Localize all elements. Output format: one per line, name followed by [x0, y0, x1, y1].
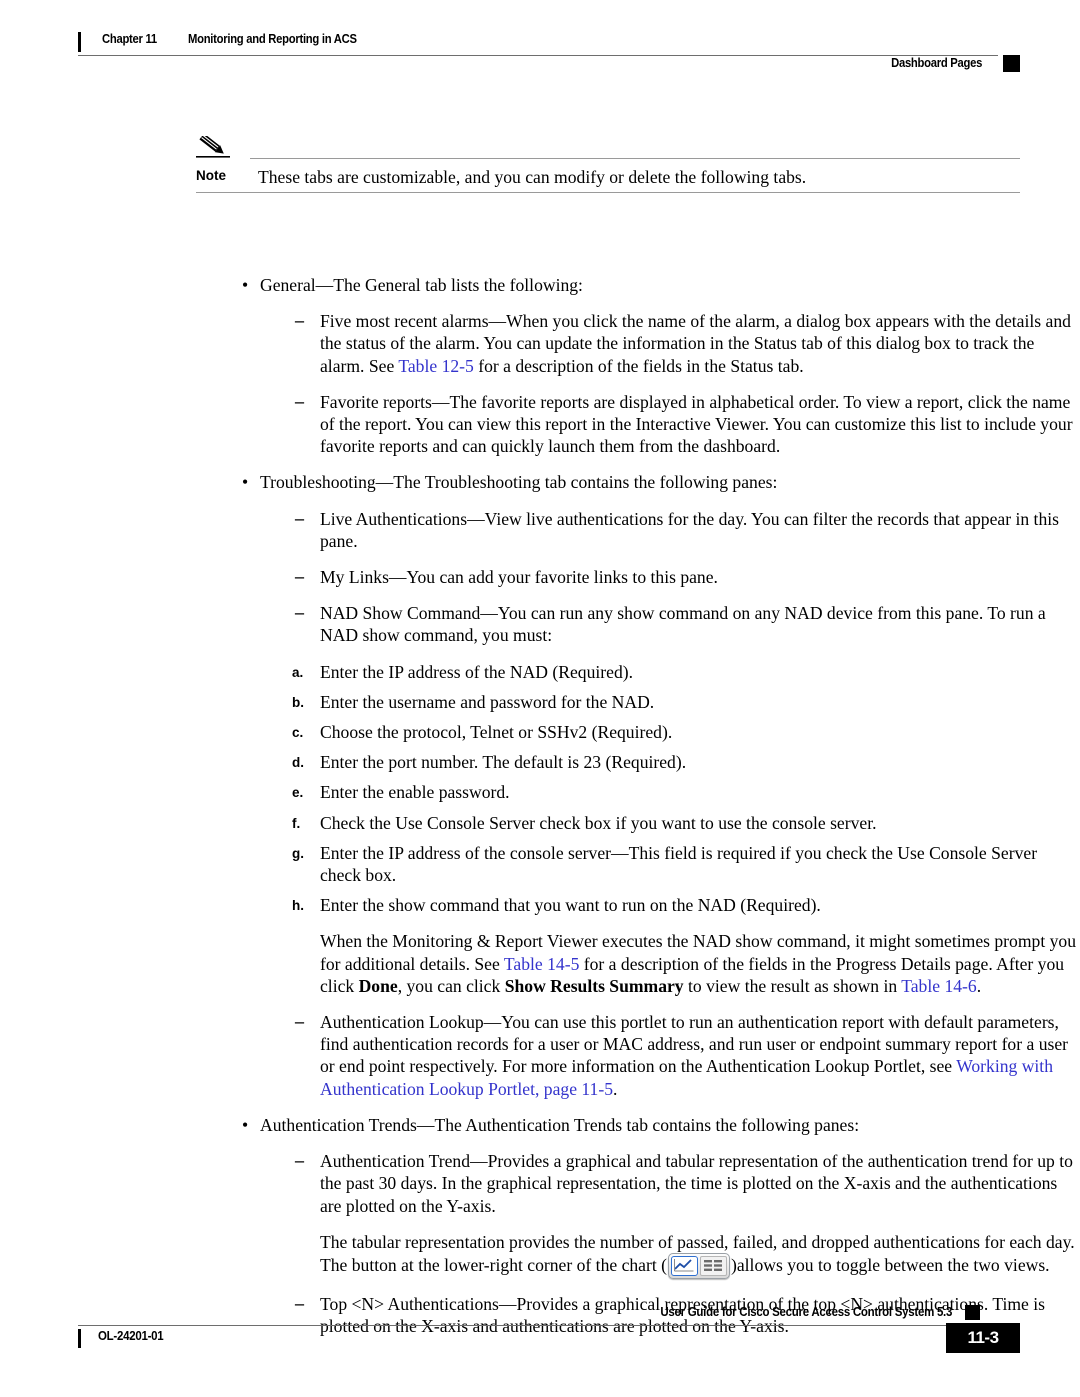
progress-details-paragraph: When the Monitoring & Report Viewer exec… [196, 930, 1080, 997]
list-item-troubleshooting: • Troubleshooting—The Troubleshooting ta… [196, 471, 1080, 493]
footer-rule [78, 1325, 980, 1326]
line-chart-icon[interactable] [671, 1255, 698, 1276]
footer-left-bar [78, 1329, 81, 1348]
list-item-authentication-lookup: – Authentication Lookup—You can use this… [196, 1011, 1080, 1100]
bold-show-results-summary: Show Results Summary [504, 975, 684, 996]
my-links-text: My Links—You can add your favorite links… [320, 567, 718, 588]
list-item-authentication-trends: • Authentication Trends—The Authenticati… [196, 1114, 1080, 1136]
step-e: e. Enter the enable password. [196, 781, 1080, 803]
dash-glyph: – [295, 390, 304, 411]
list-item-favorite-reports: – Favorite reports—The favorite reports … [196, 391, 1080, 458]
step-e-letter: e. [292, 785, 304, 801]
step-h-text: Enter the show command that you want to … [320, 895, 821, 916]
note-label: Note [196, 168, 226, 183]
page-content: Note These tabs are customizable, and yo… [0, 130, 1080, 1337]
header-tab-marker [1003, 55, 1020, 72]
step-e-text: Enter the enable password. [320, 782, 510, 803]
link-table-12-5[interactable]: Table 12-5 [398, 356, 473, 376]
list-item-my-links: – My Links—You can add your favorite lin… [196, 566, 1080, 588]
pencil-icon [196, 133, 232, 160]
step-a: a. Enter the IP address of the NAD (Requ… [196, 661, 1080, 683]
bullet-glyph: • [242, 1114, 249, 1135]
note-rule-bottom [196, 192, 1020, 193]
dash-glyph: – [295, 602, 304, 623]
note-rule-top [250, 158, 1020, 159]
step-c: c. Choose the protocol, Telnet or SSHv2 … [196, 721, 1080, 743]
chart-table-toggle-button[interactable] [668, 1252, 730, 1279]
footer-tab-marker [965, 1305, 980, 1320]
list-item-nad-show-command: – NAD Show Command—You can run any show … [196, 602, 1080, 646]
footer-document-id: OL-24201-01 [98, 1329, 164, 1343]
tabular-text-b: )allows you to toggle between the two vi… [731, 1254, 1050, 1275]
list-item-general-text: General—The General tab lists the follow… [260, 275, 583, 295]
list-item-recent-alarms: – Five most recent alarms—When you click… [196, 310, 1080, 377]
step-g: g. Enter the IP address of the console s… [196, 842, 1080, 886]
list-item-authentication-trend: – Authentication Trend—Provides a graphi… [196, 1150, 1080, 1217]
step-h-letter: h. [292, 898, 304, 914]
page-header: Chapter 11 Monitoring and Reporting in A… [78, 30, 1020, 78]
dash-glyph: – [295, 1011, 304, 1032]
note-block: Note These tabs are customizable, and yo… [196, 130, 1020, 193]
header-chapter-title: Monitoring and Reporting in ACS [188, 32, 357, 46]
step-d-letter: d. [292, 755, 304, 771]
progress-text-d: to view the result as shown in [683, 975, 902, 996]
auth-lookup-text-b: . [613, 1078, 618, 1099]
progress-text-e: . [976, 975, 982, 996]
bold-done: Done [358, 975, 398, 996]
step-a-letter: a. [292, 664, 304, 680]
list-item-live-authentications: – Live Authentications—View live authent… [196, 508, 1080, 552]
header-section-title: Dashboard Pages [891, 56, 982, 70]
step-f-text: Check the Use Console Server check box i… [320, 812, 877, 833]
bullet-glyph: • [242, 472, 249, 493]
header-left-bar [78, 32, 81, 52]
step-b: b. Enter the username and password for t… [196, 691, 1080, 713]
step-h: h. Enter the show command that you want … [196, 894, 1080, 916]
list-item-troubleshooting-text: Troubleshooting—The Troubleshooting tab … [260, 472, 778, 493]
step-b-letter: b. [292, 694, 304, 710]
step-f: f. Check the Use Console Server check bo… [196, 812, 1080, 834]
footer-guide-title: User Guide for Cisco Secure Access Contr… [660, 1305, 952, 1319]
dash-glyph: – [295, 310, 304, 331]
link-table-14-5[interactable]: Table 14-5 [504, 954, 579, 974]
link-table-14-6[interactable]: Table 14-6 [901, 976, 976, 996]
step-b-text: Enter the username and password for the … [320, 691, 655, 712]
step-g-text: Enter the IP address of the console serv… [320, 842, 1038, 886]
table-grid-icon[interactable] [700, 1255, 727, 1276]
step-f-letter: f. [292, 815, 301, 831]
list-item-general: • General—The General tab lists the foll… [196, 274, 1080, 296]
step-d: d. Enter the port number. The default is… [196, 751, 1080, 773]
page-footer: User Guide for Cisco Secure Access Contr… [78, 1305, 1020, 1367]
authentication-trend-text: Authentication Trend—Provides a graphica… [320, 1151, 1073, 1216]
dash-glyph: – [295, 566, 304, 587]
step-a-text: Enter the IP address of the NAD (Require… [320, 661, 634, 682]
step-g-letter: g. [292, 845, 304, 861]
step-c-letter: c. [292, 725, 304, 741]
dash-glyph: – [295, 507, 304, 528]
dash-glyph: – [295, 1150, 304, 1171]
recent-alarms-text-b: for a description of the fields in the S… [473, 355, 804, 376]
nad-show-command-text: NAD Show Command—You can run any show co… [320, 603, 1046, 646]
authentication-trends-text: Authentication Trends—The Authentication… [260, 1114, 860, 1135]
header-rule [78, 55, 998, 56]
bullet-glyph: • [242, 275, 249, 295]
live-authentications-text: Live Authentications—View live authentic… [320, 508, 1059, 551]
header-chapter-number: Chapter 11 [102, 32, 157, 46]
footer-page-number: 11-3 [946, 1323, 1020, 1353]
note-text: These tabs are customizable, and you can… [258, 167, 807, 187]
step-c-text: Choose the protocol, Telnet or SSHv2 (Re… [320, 722, 673, 743]
step-d-text: Enter the port number. The default is 23… [320, 752, 687, 773]
favorite-reports-text: Favorite reports—The favorite reports ar… [320, 391, 1073, 457]
progress-text-c: , you can click [397, 975, 505, 996]
body-area: • General—The General tab lists the foll… [0, 274, 1080, 1337]
tabular-representation-paragraph: The tabular representation provides the … [196, 1231, 1080, 1279]
